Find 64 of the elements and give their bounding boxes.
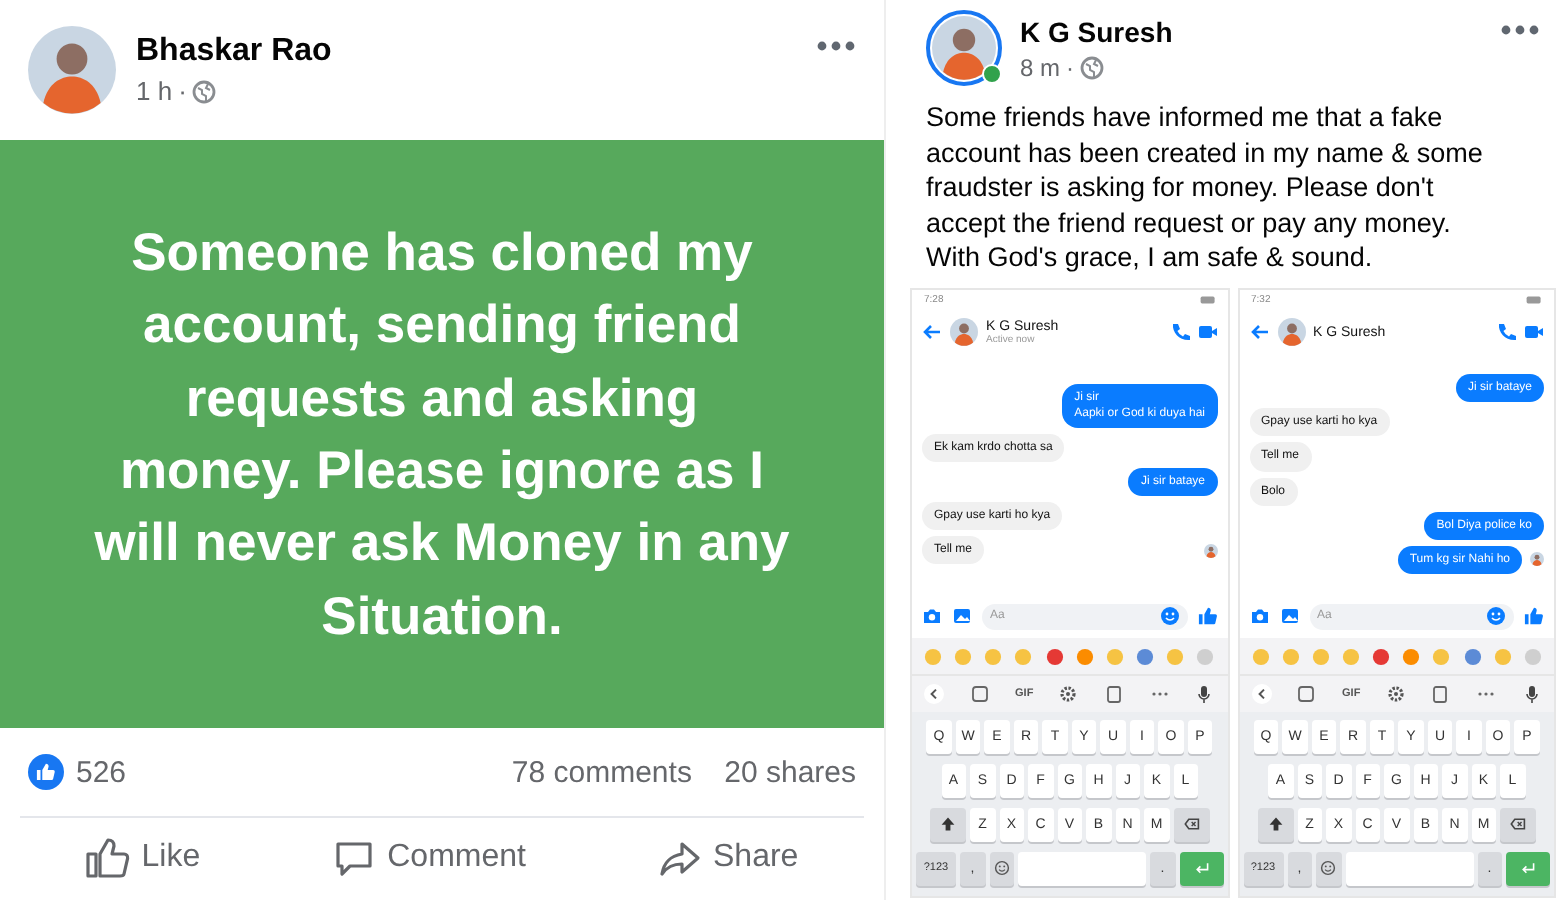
settings-icon[interactable]: [1058, 684, 1079, 704]
enter-key[interactable]: [1506, 851, 1550, 886]
chevron-left-icon[interactable]: [924, 684, 945, 704]
separator-dot: ·: [178, 76, 187, 106]
phone-icon[interactable]: [1496, 322, 1516, 342]
share-button[interactable]: Share: [641, 828, 815, 888]
camera-icon[interactable]: [922, 606, 942, 626]
more-icon[interactable]: [1500, 24, 1540, 36]
more-icon[interactable]: [816, 40, 856, 52]
share-icon: [657, 836, 701, 880]
author-name[interactable]: K G Suresh: [1020, 15, 1482, 47]
settings-icon[interactable]: [1385, 684, 1406, 704]
globe-icon: [192, 79, 217, 103]
comment-icon: [331, 836, 376, 880]
post-time: 1 h: [136, 76, 173, 106]
reaction-count[interactable]: 526: [76, 755, 127, 789]
shift-key[interactable]: [1257, 807, 1293, 842]
shift-icon: [940, 816, 956, 833]
avatar-icon: [28, 26, 116, 114]
camera-icon[interactable]: [1249, 606, 1269, 626]
thumbs-up-icon[interactable]: [1197, 606, 1217, 626]
battery-icon: [1526, 296, 1542, 304]
image-icon[interactable]: [1279, 606, 1299, 626]
microphone-icon[interactable]: [1194, 684, 1215, 704]
globe-icon: [1080, 55, 1105, 79]
battery-icon: [1199, 296, 1215, 304]
shift-icon: [1267, 816, 1283, 833]
post-text-banner: Someone has cloned my account, sending friend requests and asking money. Please ignore as I will never ask Money in any Situation.: [0, 140, 884, 728]
emoji-key[interactable]: [989, 851, 1014, 886]
backspace-key[interactable]: [1500, 807, 1536, 842]
shift-key[interactable]: [930, 807, 966, 842]
smiley-icon: [1320, 860, 1337, 877]
microphone-icon[interactable]: [1521, 684, 1542, 704]
author-name[interactable]: Bhaskar Rao: [136, 34, 796, 70]
thumbs-up-icon: [85, 836, 130, 880]
backspace-icon: [1183, 816, 1199, 833]
like-button[interactable]: Like: [69, 828, 217, 888]
backspace-icon: [1510, 816, 1526, 833]
thumbs-up-icon[interactable]: [1524, 606, 1544, 626]
avatar-icon: [932, 16, 996, 80]
post-text: Some friends have informed me that a fake account has been created in my name & some fraudster is asking for money. Please don't accept the friend request or pay any money. With God's grace, I am safe & sound.: [924, 100, 1485, 272]
back-arrow-icon[interactable]: [1249, 322, 1269, 342]
phone-icon[interactable]: [1169, 322, 1189, 342]
comment-button[interactable]: Comment: [315, 828, 542, 888]
smiley-icon[interactable]: [1486, 606, 1506, 626]
back-arrow-icon[interactable]: [922, 322, 942, 342]
post-time: 8 m: [1020, 53, 1061, 81]
backspace-key[interactable]: [1173, 807, 1209, 842]
separator-dot: ·: [1066, 53, 1075, 81]
smiley-icon: [993, 860, 1010, 877]
share-count[interactable]: 20 shares: [724, 755, 856, 789]
enter-icon: [1520, 860, 1536, 877]
video-camera-icon[interactable]: [1524, 322, 1544, 342]
like-reaction-icon: [28, 754, 64, 790]
comment-count[interactable]: 78 comments: [511, 755, 692, 789]
video-camera-icon[interactable]: [1197, 322, 1217, 342]
enter-key[interactable]: [1179, 851, 1223, 886]
avatar-icon: [950, 318, 978, 346]
emoji-key[interactable]: [1316, 851, 1341, 886]
avatar-icon: [1277, 318, 1305, 346]
image-icon[interactable]: [952, 606, 972, 626]
enter-icon: [1193, 860, 1209, 877]
chevron-left-icon[interactable]: [1251, 684, 1272, 704]
smiley-icon[interactable]: [1159, 606, 1179, 626]
